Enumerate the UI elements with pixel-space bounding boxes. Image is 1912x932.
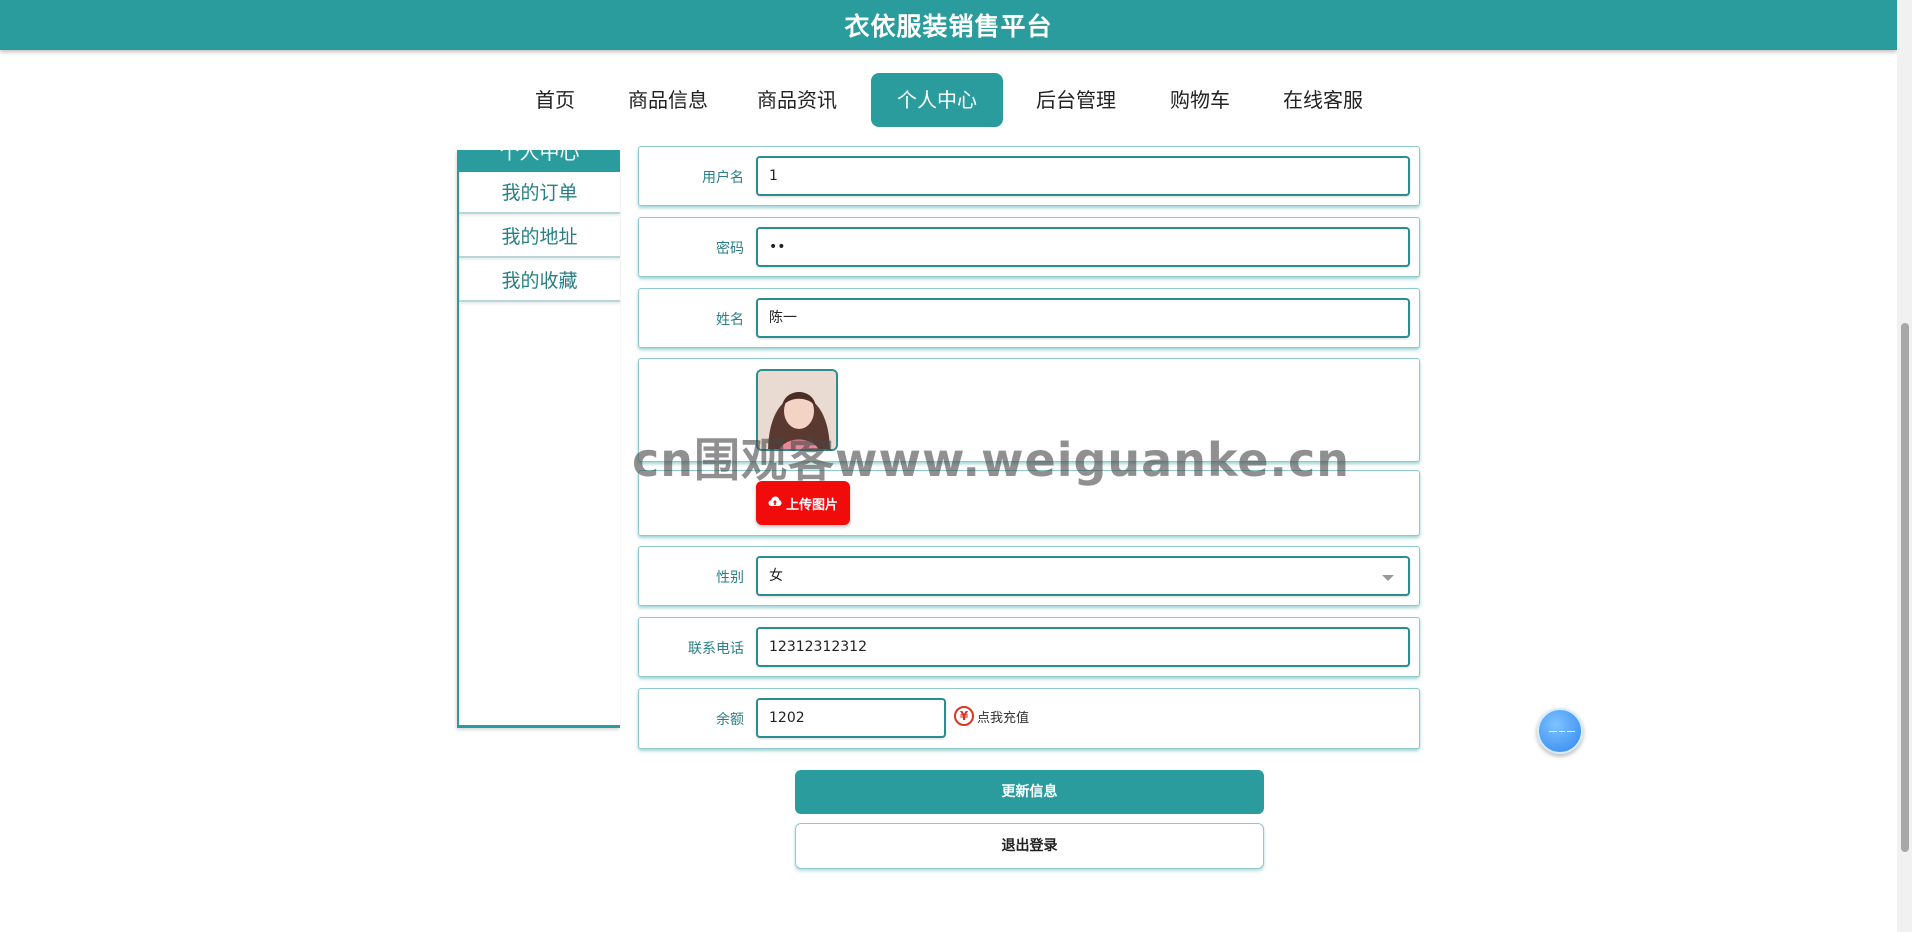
gender-select-value: 女	[769, 568, 783, 584]
phone-input[interactable]: 12312312312	[756, 627, 1410, 667]
top-header-bar: 衣依服装销售平台	[0, 0, 1897, 50]
scrollbar-thumb[interactable]	[1901, 323, 1909, 852]
chevron-down-icon	[1382, 575, 1394, 581]
password-label: 密码	[716, 241, 744, 257]
nav-item-news[interactable]: 商品资讯	[747, 73, 847, 127]
avatar-row	[638, 358, 1420, 462]
phone-label: 联系电话	[688, 641, 744, 657]
chat-bubble-icon[interactable]	[1537, 708, 1583, 754]
nav-item-personal-center[interactable]: 个人中心	[871, 73, 1003, 127]
username-label: 用户名	[702, 170, 744, 186]
upload-image-button[interactable]: 上传图片	[756, 481, 850, 525]
recharge-label: 点我充值	[977, 710, 1030, 726]
site-title: 衣依服装销售平台	[844, 12, 1053, 41]
sidebar-item-orders[interactable]: 我的订单	[459, 172, 620, 214]
update-info-button[interactable]: 更新信息	[795, 770, 1264, 814]
balance-input[interactable]: 1202	[756, 698, 946, 738]
avatar	[756, 369, 838, 451]
cloud-upload-icon	[768, 495, 782, 511]
nav-item-admin[interactable]: 后台管理	[1026, 73, 1126, 127]
float-line-right	[1567, 731, 1575, 732]
main-nav: 首页 商品信息 商品资讯 个人中心 后台管理 购物车 在线客服	[0, 73, 1897, 127]
nav-item-products[interactable]: 商品信息	[618, 73, 718, 127]
sidebar-item-favorites[interactable]: 我的收藏	[459, 260, 620, 302]
username-input[interactable]: 1	[756, 156, 1410, 196]
nav-item-online-service[interactable]: 在线客服	[1273, 73, 1373, 127]
sidebar-item-addresses[interactable]: 我的地址	[459, 216, 620, 258]
password-input[interactable]: ••	[756, 227, 1410, 267]
recharge-link[interactable]: ¥ 点我充值	[954, 706, 1029, 726]
upload-image-label: 上传图片	[785, 497, 838, 513]
gender-label: 性别	[716, 570, 744, 586]
password-row: 密码 ••	[638, 217, 1420, 277]
nav-item-cart[interactable]: 购物车	[1160, 73, 1240, 127]
phone-row: 联系电话 12312312312	[638, 617, 1420, 677]
logout-button[interactable]: 退出登录	[795, 823, 1264, 869]
upload-row: 上传图片	[638, 470, 1420, 536]
gender-select[interactable]: 女	[756, 556, 1410, 596]
yen-icon: ¥	[954, 706, 974, 726]
balance-row: 余额 1202 ¥ 点我充值	[638, 688, 1420, 749]
gender-row: 性别 女	[638, 546, 1420, 606]
username-row: 用户名 1	[638, 146, 1420, 206]
name-row: 姓名 陈一	[638, 288, 1420, 348]
sidebar: 个人中心 我的订单 我的地址 我的收藏	[457, 150, 620, 728]
name-input[interactable]: 陈一	[756, 298, 1410, 338]
sidebar-header: 个人中心	[459, 150, 620, 172]
float-line-left	[1549, 731, 1557, 732]
float-line-center	[1559, 731, 1565, 732]
nav-item-home[interactable]: 首页	[525, 73, 585, 127]
name-label: 姓名	[716, 312, 744, 328]
balance-label: 余额	[716, 712, 744, 728]
